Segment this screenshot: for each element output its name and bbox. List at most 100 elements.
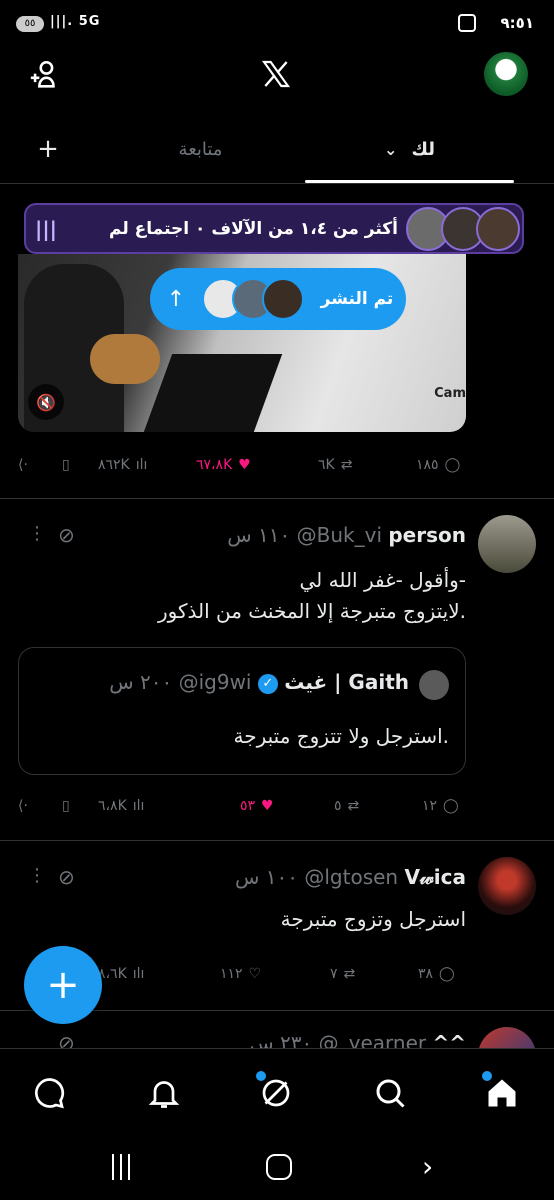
tweet3-time: ١٠٠ س bbox=[234, 865, 298, 889]
new-posts-pill[interactable]: ↑ تم النشر bbox=[150, 268, 406, 330]
notification-dot bbox=[256, 1071, 266, 1081]
bottom-nav bbox=[0, 1048, 554, 1132]
quote-name: غيث | Gaith bbox=[284, 670, 409, 694]
tweet3-avatar[interactable] bbox=[478, 857, 536, 915]
verified-icon: ✓ bbox=[257, 673, 278, 694]
tweet4-avatar[interactable] bbox=[478, 1027, 536, 1048]
tweet2-handle[interactable]: @Buk_vi bbox=[297, 523, 382, 547]
share-icon[interactable]: ⟨⋅ bbox=[18, 791, 28, 821]
grok-icon[interactable]: ⊘ bbox=[58, 523, 75, 547]
grok-icon[interactable]: ⊘ bbox=[58, 865, 75, 889]
quote-avatar bbox=[419, 670, 449, 700]
back-icon[interactable]: › bbox=[422, 1150, 433, 1183]
follow-suggestions-icon[interactable] bbox=[28, 58, 62, 92]
retweet-icon: ⇄ bbox=[343, 966, 356, 982]
audio-bars-icon: ||| bbox=[35, 216, 57, 241]
reply-button[interactable]: ١٨٥ ◯ bbox=[416, 450, 460, 480]
like-button[interactable]: ٦٧،٨K ♥ bbox=[196, 450, 251, 480]
likes-count: ٥٣ bbox=[240, 798, 256, 814]
likes-count: ١١٢ bbox=[220, 966, 243, 982]
tweet3-name[interactable]: V𝓌ica bbox=[404, 865, 466, 889]
tab-for-you-label: لك bbox=[411, 138, 435, 160]
pill-label: تم النشر bbox=[320, 289, 394, 309]
tweet2[interactable]: ⋮ ⊘ ١١٠ س @Buk_vi person وأقول -غفر الله… bbox=[0, 499, 554, 839]
retweet-button[interactable]: ٧ ⇄ bbox=[330, 959, 355, 989]
views-count: ٨،٦K bbox=[98, 966, 127, 982]
pill-avatar bbox=[262, 278, 304, 320]
share-icon[interactable]: ⟨⋅ bbox=[18, 450, 28, 480]
tweet2-header: ١١٠ س @Buk_vi person bbox=[227, 523, 466, 547]
home-system-icon[interactable] bbox=[266, 1154, 292, 1180]
tweet4-handle[interactable]: @_yearner bbox=[319, 1031, 426, 1048]
tweet2-name[interactable]: person bbox=[388, 523, 466, 547]
quote-header: ٢٠٠ س @ig9wi ✓ غيث | Gaith bbox=[109, 670, 409, 694]
screen-record-icon bbox=[458, 14, 476, 32]
spaces-bar[interactable]: ||| أكثر من ١،٤ من الآلاف ٠ اجتماع لم bbox=[24, 203, 524, 254]
tweet2-text-line1: وأقول -غفر الله لي- bbox=[299, 568, 466, 592]
retweet-button[interactable]: ٥ ⇄ bbox=[334, 791, 359, 821]
top-bar bbox=[0, 48, 554, 100]
system-nav: › bbox=[0, 1136, 554, 1200]
video-counter bbox=[143, 354, 283, 432]
x-logo-icon[interactable] bbox=[260, 58, 292, 90]
video-cat bbox=[90, 334, 160, 384]
views-button[interactable]: ٨٦٢K ılı bbox=[98, 450, 147, 480]
tweet3-handle[interactable]: @lgtosen bbox=[304, 865, 398, 889]
reply-button[interactable]: ١٢ ◯ bbox=[422, 791, 459, 821]
add-tab-icon[interactable]: + bbox=[0, 116, 96, 182]
compose-button[interactable]: + bbox=[24, 946, 102, 1024]
tweet2-text: وأقول -غفر الله لي- لايتزوج متبرجة إلا ا… bbox=[26, 565, 466, 627]
speaker-avatar bbox=[476, 206, 520, 251]
status-bar: ٥٥ |||. 5G ٩:٥١ bbox=[0, 0, 554, 48]
notifications-icon[interactable] bbox=[146, 1075, 182, 1111]
profile-avatar[interactable] bbox=[484, 52, 528, 96]
chevron-down-icon: ⌄ bbox=[384, 139, 398, 159]
tweet1-actions: ⟨⋅ ▯ ٨٦٢K ılı ٦٧،٨K ♥ ٦K ⇄ ١٨٥ ◯ bbox=[18, 450, 470, 480]
tweet4-name[interactable]: ^^ bbox=[432, 1031, 466, 1048]
notification-dot bbox=[482, 1071, 492, 1081]
views-button[interactable]: ٨،٦K ılı bbox=[98, 959, 144, 989]
tweet2-avatar[interactable] bbox=[478, 515, 536, 573]
search-icon[interactable] bbox=[372, 1075, 408, 1111]
views-button[interactable]: ٦،٨K ılı bbox=[98, 791, 144, 821]
replies-count: ٣٨ bbox=[418, 966, 434, 982]
grok-icon[interactable]: ⊘ bbox=[58, 1031, 75, 1048]
more-icon[interactable]: ⋮ bbox=[28, 865, 46, 886]
clock: ٩:٥١ bbox=[500, 14, 534, 32]
bookmark-icon[interactable]: ▯ bbox=[62, 791, 70, 821]
retweet-icon: ⇄ bbox=[347, 798, 360, 814]
reply-button[interactable]: ٣٨ ◯ bbox=[418, 959, 455, 989]
tab-for-you[interactable]: ⌄ لك bbox=[305, 116, 514, 182]
retweet-icon: ⇄ bbox=[340, 457, 353, 473]
quote-time: ٢٠٠ س bbox=[109, 670, 173, 694]
like-button[interactable]: ١١٢ ♡ bbox=[220, 959, 261, 989]
replies-count: ١٢ bbox=[422, 798, 438, 814]
quote-tweet[interactable]: ٢٠٠ س @ig9wi ✓ غيث | Gaith استرجل ولا تت… bbox=[18, 647, 466, 775]
recents-icon[interactable] bbox=[112, 1154, 136, 1180]
bookmark-icon[interactable]: ▯ bbox=[62, 450, 70, 480]
likes-count: ٦٧،٨K bbox=[196, 457, 233, 473]
views-icon: ılı bbox=[135, 457, 148, 473]
tab-following[interactable]: متابعة bbox=[96, 116, 305, 182]
mute-icon[interactable]: 🔇 bbox=[28, 384, 64, 420]
views-icon: ılı bbox=[132, 798, 145, 814]
timeline-tabs: + متابعة ⌄ لك bbox=[0, 116, 554, 184]
battery-indicator: ٥٥ bbox=[16, 16, 44, 32]
messages-icon[interactable] bbox=[32, 1075, 68, 1111]
signal-indicator: |||. 5G bbox=[50, 14, 101, 29]
pill-avatars bbox=[202, 276, 308, 322]
reply-icon: ◯ bbox=[444, 457, 461, 473]
quote-handle: @ig9wi bbox=[178, 670, 252, 694]
tweet3-header: ١٠٠ س @lgtosen V𝓌ica bbox=[235, 865, 466, 889]
tweet3-text: استرجل وتزوج متبرجة bbox=[280, 907, 466, 931]
like-button[interactable]: ٥٣ ♥ bbox=[240, 791, 274, 821]
active-tab-indicator bbox=[305, 180, 514, 183]
retweets-count: ٧ bbox=[330, 966, 338, 982]
tweet2-time: ١١٠ س bbox=[227, 523, 291, 547]
more-icon[interactable]: ⋮ bbox=[28, 523, 46, 544]
retweet-button[interactable]: ٦K ⇄ bbox=[318, 450, 352, 480]
reply-icon: ◯ bbox=[443, 798, 459, 814]
space-title: أكثر من ١،٤ من الآلاف ٠ اجتماع لم bbox=[109, 218, 398, 239]
plus-icon: + bbox=[46, 962, 80, 1008]
tweet4-header: ٢٣٠ س @_yearner ^^ bbox=[249, 1031, 466, 1048]
